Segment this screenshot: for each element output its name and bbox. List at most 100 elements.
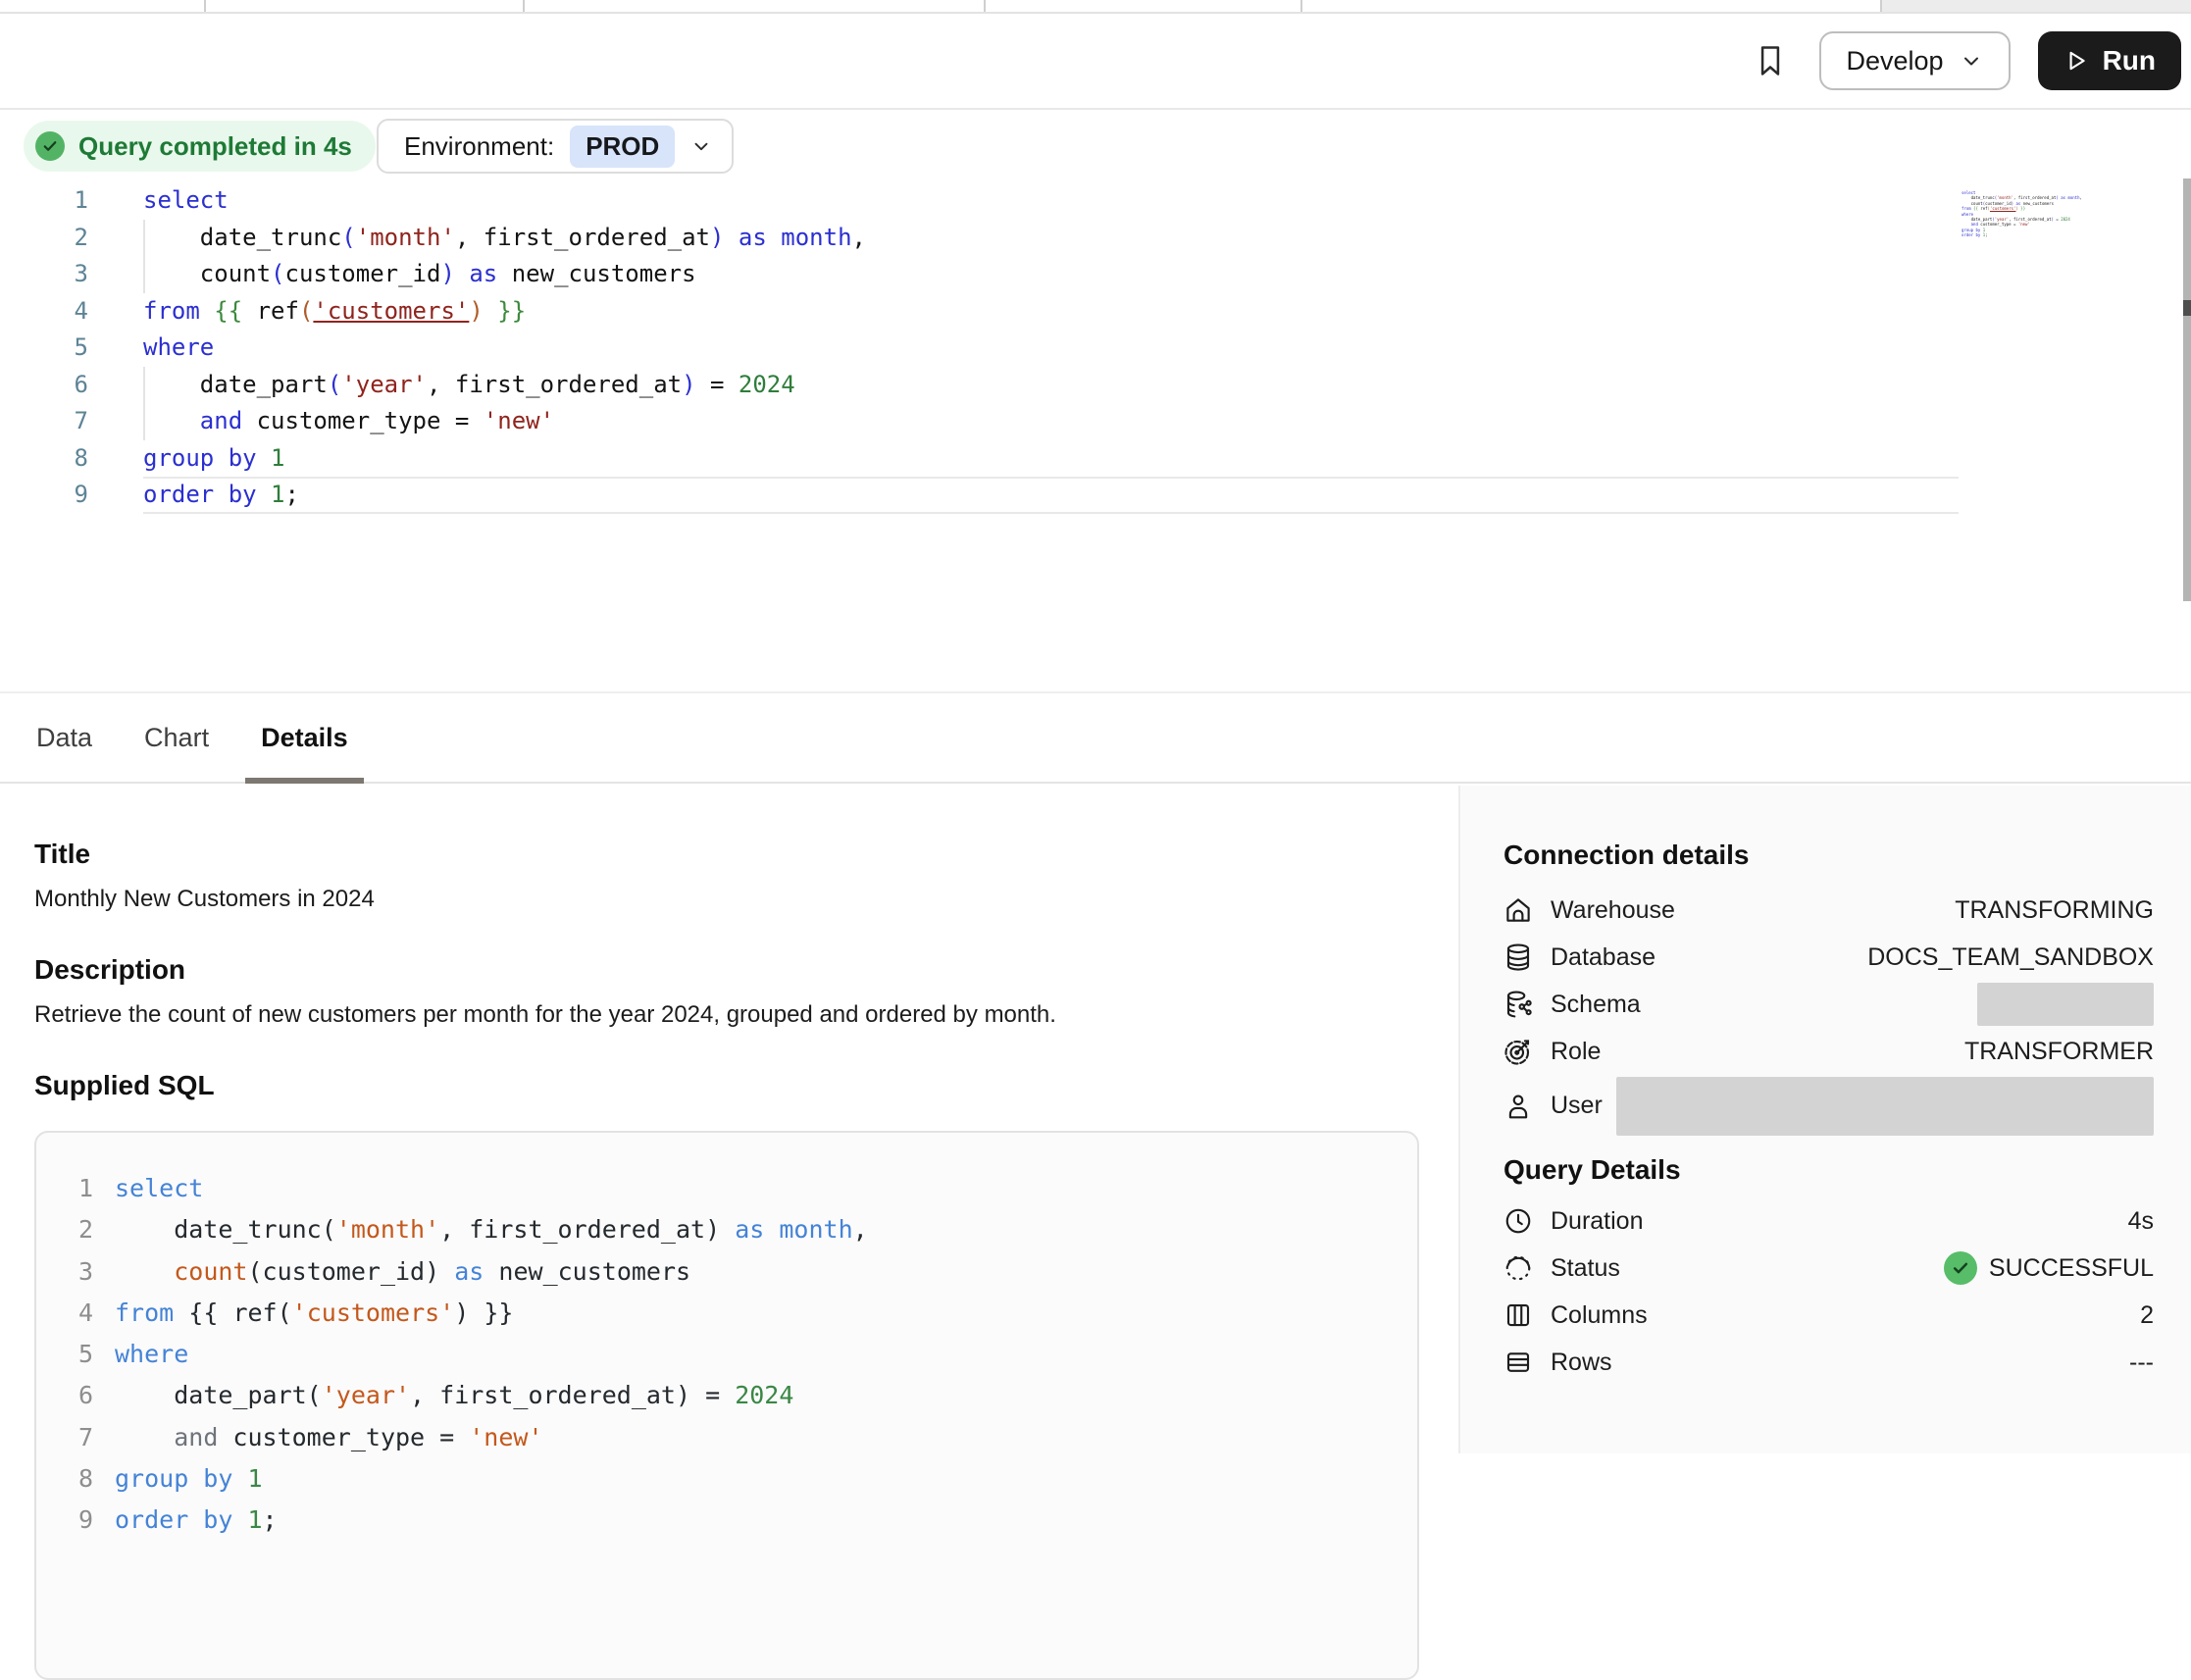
develop-dropdown-button[interactable]: Develop xyxy=(1819,31,2011,90)
status-spinner-icon xyxy=(1503,1253,1537,1283)
success-check-icon xyxy=(1944,1251,1977,1285)
check-circle-icon xyxy=(35,131,65,161)
code-line: 8group by 1 xyxy=(36,1458,1417,1500)
editor-scrollbar-thumb[interactable] xyxy=(2183,300,2191,316)
rows-icon xyxy=(1503,1348,1537,1377)
code-line[interactable]: 7 and customer_type = 'new' xyxy=(0,403,2191,440)
warehouse-value: TRANSFORMING xyxy=(1955,896,2154,925)
description-value: Retrieve the count of new customers per … xyxy=(34,1001,1419,1029)
line-number: 7 xyxy=(36,1417,93,1458)
line-number: 1 xyxy=(0,182,143,220)
rows-value: --- xyxy=(2129,1349,2154,1377)
code-line[interactable]: 6 date_part('year', first_ordered_at) = … xyxy=(0,367,2191,404)
chevron-down-icon xyxy=(1960,49,1983,73)
line-number: 4 xyxy=(0,293,143,331)
run-button[interactable]: Run xyxy=(2038,31,2181,90)
connection-details-heading: Connection details xyxy=(1503,840,2154,871)
status-row: Query completed in 4s Environment: PROD xyxy=(0,112,2191,182)
status-value-text: SUCCESSFUL xyxy=(1989,1254,2154,1283)
code-line[interactable]: 2 date_trunc('month', first_ordered_at) … xyxy=(0,220,2191,257)
line-number: 3 xyxy=(36,1251,93,1293)
code-line: 6 date_part('year', first_ordered_at) = … xyxy=(36,1375,1417,1416)
schema-value-redacted xyxy=(1977,983,2154,1026)
active-tab-underline xyxy=(245,778,364,784)
query-details-heading: Query Details xyxy=(1503,1154,2154,1186)
title-heading: Title xyxy=(34,839,1419,870)
connection-row-user: User xyxy=(1503,1075,2154,1137)
query-row-duration: Duration 4s xyxy=(1503,1197,2154,1245)
editor-code[interactable]: 1select2 date_trunc('month', first_order… xyxy=(0,182,2191,514)
results-tab-bar: Data Chart Details xyxy=(0,691,2191,784)
header-bar: Develop Run xyxy=(0,14,2191,110)
line-number: 5 xyxy=(0,330,143,367)
line-number: 5 xyxy=(36,1334,93,1375)
tab-strip-divider xyxy=(984,0,986,12)
supplied-sql-code: 1select2 date_trunc('month', first_order… xyxy=(36,1168,1417,1542)
line-number: 8 xyxy=(36,1458,93,1500)
code-line[interactable]: 3 count(customer_id) as new_customers xyxy=(0,256,2191,293)
query-row-status: Status SUCCESSFUL xyxy=(1503,1245,2154,1292)
editor-scrollbar[interactable] xyxy=(2183,178,2191,601)
code-line: 1select xyxy=(36,1168,1417,1209)
details-right-pane: Connection details Warehouse TRANSFORMIN… xyxy=(1458,786,2191,1453)
user-icon xyxy=(1503,1092,1537,1121)
environment-label: Environment: xyxy=(404,131,554,162)
develop-label: Develop xyxy=(1847,46,1944,76)
query-row-columns: Columns 2 xyxy=(1503,1292,2154,1339)
user-value-redacted xyxy=(1616,1077,2154,1136)
tab-chart[interactable]: Chart xyxy=(142,693,211,782)
code-line: 9order by 1; xyxy=(36,1500,1417,1541)
supplied-sql-card: 1select2 date_trunc('month', first_order… xyxy=(34,1131,1419,1680)
tab-details[interactable]: Details xyxy=(259,693,350,782)
code-line[interactable]: 4from {{ ref('customers') }} xyxy=(0,293,2191,331)
tab-strip-divider xyxy=(1300,0,1302,12)
columns-icon xyxy=(1503,1300,1537,1330)
status-value: SUCCESSFUL xyxy=(1944,1251,2154,1285)
line-number: 4 xyxy=(36,1293,93,1334)
tab-strip-divider xyxy=(1880,0,1882,12)
minimap[interactable]: select date_trunc('month', first_ordered… xyxy=(1962,190,2077,238)
line-number: 9 xyxy=(36,1500,93,1541)
tab-strip-divider xyxy=(204,0,206,12)
tab-data-label: Data xyxy=(36,723,92,753)
line-number: 6 xyxy=(0,367,143,404)
line-number: 1 xyxy=(36,1168,93,1209)
database-label: Database xyxy=(1551,943,1656,972)
code-line: 5where xyxy=(36,1334,1417,1375)
browser-tab-strip xyxy=(0,0,2191,14)
duration-label: Duration xyxy=(1551,1207,1644,1236)
code-line: order by 1; xyxy=(1962,232,2077,237)
user-label: User xyxy=(1551,1092,1603,1120)
line-number: 6 xyxy=(36,1375,93,1416)
bookmark-icon[interactable] xyxy=(1749,39,1792,82)
rows-label: Rows xyxy=(1551,1349,1612,1377)
supplied-sql-heading: Supplied SQL xyxy=(34,1070,1419,1101)
line-number: 9 xyxy=(0,477,143,514)
connection-row-database: Database DOCS_TEAM_SANDBOX xyxy=(1503,934,2154,981)
code-line: 3 count(customer_id) as new_customers xyxy=(36,1251,1417,1293)
environment-select[interactable]: Environment: PROD xyxy=(377,119,734,174)
code-line: 4from {{ ref('customers') }} xyxy=(36,1293,1417,1334)
environment-value-pill: PROD xyxy=(570,126,675,168)
role-label: Role xyxy=(1551,1038,1601,1066)
tab-strip-divider xyxy=(523,0,525,12)
code-line: 7 and customer_type = 'new' xyxy=(36,1417,1417,1458)
tab-chart-label: Chart xyxy=(144,723,209,753)
details-left-pane: Title Monthly New Customers in 2024 Desc… xyxy=(0,786,1458,1453)
line-number: 7 xyxy=(0,403,143,440)
code-line[interactable]: 9order by 1; xyxy=(0,477,2191,514)
code-line[interactable]: 5where xyxy=(0,330,2191,367)
code-line[interactable]: 1select xyxy=(0,182,2191,220)
sql-editor[interactable]: 1select2 date_trunc('month', first_order… xyxy=(0,182,2191,594)
query-status-text: Query completed in 4s xyxy=(78,131,352,162)
line-number: 2 xyxy=(0,220,143,257)
role-value: TRANSFORMER xyxy=(1964,1038,2154,1066)
run-label: Run xyxy=(2103,45,2156,76)
duration-value: 4s xyxy=(2128,1207,2154,1236)
database-icon xyxy=(1503,942,1537,972)
connection-row-schema: Schema xyxy=(1503,981,2154,1028)
query-row-rows: Rows --- xyxy=(1503,1339,2154,1386)
status-label: Status xyxy=(1551,1254,1620,1283)
code-line[interactable]: 8group by 1 xyxy=(0,440,2191,478)
tab-data[interactable]: Data xyxy=(34,693,94,782)
